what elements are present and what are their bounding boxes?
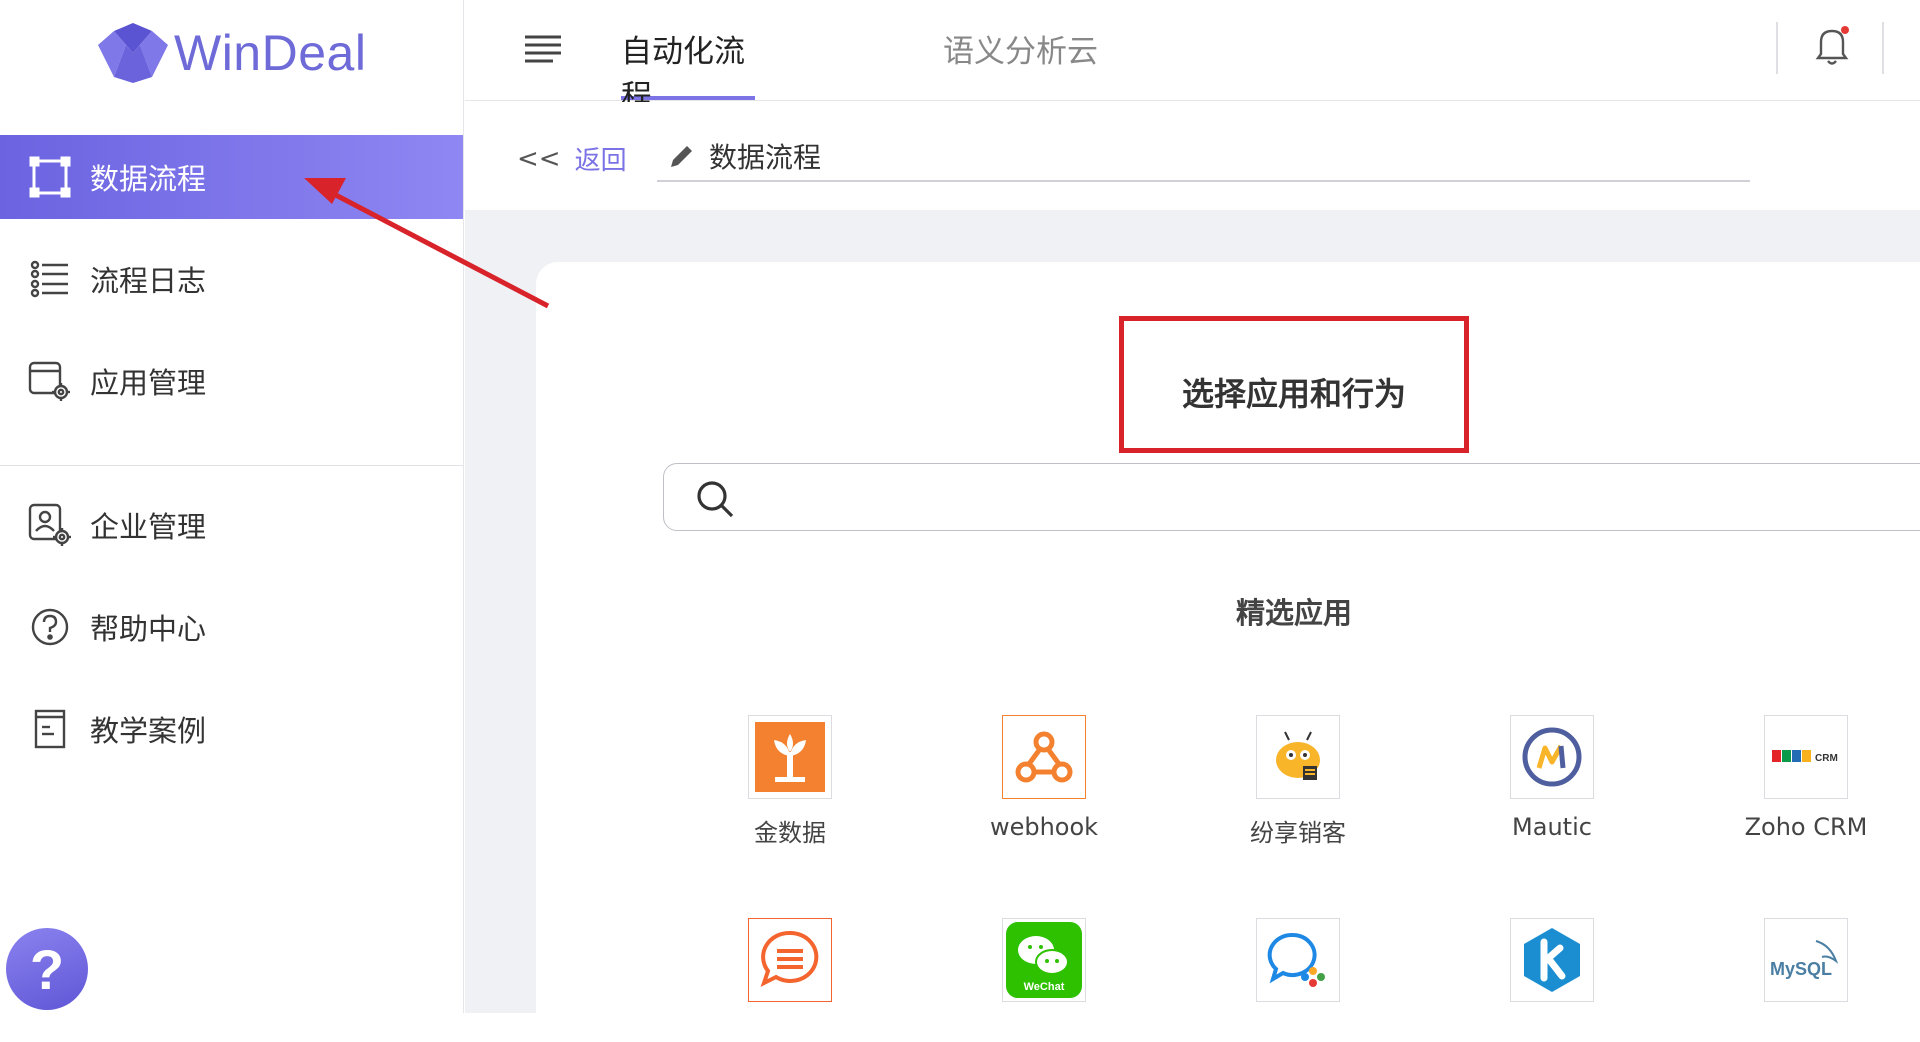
back-link[interactable]: << 返回	[517, 140, 627, 177]
mysql-badge-text: MySQL	[1770, 959, 1832, 979]
jinshuju-icon	[748, 715, 832, 799]
document-icon	[28, 707, 72, 751]
back-label: 返回	[574, 146, 627, 176]
app-search-box[interactable]	[663, 463, 1920, 531]
brand-name: WinDeal	[174, 25, 367, 81]
select-app-heading: 选择应用和行为	[1181, 374, 1406, 413]
app-settings-icon	[28, 359, 72, 403]
mysql-icon: MySQL	[1764, 918, 1848, 1002]
pencil-edit-icon	[671, 146, 692, 167]
featured-apps-title: 精选应用	[1236, 596, 1353, 630]
sidebar-item-label: 帮助中心	[90, 612, 207, 646]
app-kintone[interactable]	[1452, 918, 1652, 1002]
help-fab-button[interactable]: ?	[6, 928, 88, 1010]
sidebar-item-tutorials[interactable]: 教学案例	[0, 687, 463, 771]
top-bar: 自动化流程 语义分析云	[465, 0, 1920, 115]
sidebar-item-app-management[interactable]: 应用管理	[0, 339, 463, 423]
question-mark-icon: ?	[29, 937, 65, 1001]
app-wechat[interactable]: WeChat	[944, 918, 1144, 1002]
app-chat-bubble[interactable]	[690, 918, 890, 1002]
app-fxiaoke[interactable]: 纷享销客	[1198, 715, 1398, 848]
sidebar-divider	[0, 465, 463, 466]
app-message[interactable]	[1198, 918, 1398, 1002]
sidebar: WinDeal 数据流程 流程日志 应用管理 企业管理 帮助中心 教学案例 ?	[0, 0, 464, 1013]
sidebar-item-help-center[interactable]: 帮助中心	[0, 585, 463, 669]
app-zoho-crm[interactable]: CRM Zoho CRM	[1706, 715, 1906, 841]
divider	[1882, 22, 1884, 74]
flow-title: 数据流程	[709, 141, 822, 174]
sidebar-item-label: 应用管理	[90, 366, 207, 400]
app-label: Mautic	[1512, 813, 1592, 841]
sidebar-item-data-flow[interactable]: 数据流程	[0, 135, 463, 219]
zoho-badge-text: CRM	[1815, 753, 1838, 764]
sub-header: << 返回 数据流程	[465, 102, 1920, 210]
kintone-icon	[1510, 918, 1594, 1002]
flow-title-field[interactable]: 数据流程	[657, 132, 1750, 182]
search-icon	[697, 481, 734, 518]
sidebar-item-label: 数据流程	[90, 162, 207, 196]
list-log-icon	[28, 257, 72, 301]
divider	[1776, 22, 1778, 74]
app-webhook[interactable]: webhook	[944, 715, 1144, 841]
sidebar-item-label: 教学案例	[90, 714, 207, 748]
sidebar-item-enterprise-management[interactable]: 企业管理	[0, 483, 463, 567]
wechat-badge-text: WeChat	[1024, 981, 1065, 993]
app-jinshuju[interactable]: 金数据	[690, 715, 890, 848]
enterprise-settings-icon	[28, 503, 72, 547]
sidebar-item-flow-log[interactable]: 流程日志	[0, 237, 463, 321]
wechat-icon: WeChat	[1002, 918, 1086, 1002]
tab-label: 语义分析云	[943, 34, 1098, 70]
message-bubble-icon	[1256, 918, 1340, 1002]
tab-semantic-analysis[interactable]: 语义分析云	[943, 26, 1098, 100]
app-mautic[interactable]: Mautic	[1452, 715, 1652, 841]
app-label: 纷享销客	[1250, 819, 1346, 847]
heading-highlight-box: 选择应用和行为	[1119, 316, 1469, 453]
chat-bubble-icon	[748, 918, 832, 1002]
flow-frame-icon	[28, 155, 72, 199]
app-label: webhook	[989, 813, 1099, 841]
brand-logo[interactable]: WinDeal	[96, 18, 366, 88]
zoho-crm-icon: CRM	[1764, 715, 1848, 799]
webhook-icon	[1002, 715, 1086, 799]
app-mysql[interactable]: MySQL	[1706, 918, 1906, 1002]
search-input[interactable]	[760, 472, 1910, 522]
mautic-icon	[1510, 715, 1594, 799]
menu-toggle-icon[interactable]	[523, 32, 563, 66]
sidebar-item-label: 流程日志	[90, 264, 207, 298]
question-circle-icon	[28, 605, 72, 649]
windeal-logo-icon	[98, 23, 168, 83]
fxiaoke-icon	[1256, 715, 1340, 799]
sidebar-item-label: 企业管理	[90, 510, 207, 544]
app-label: 金数据	[754, 819, 826, 847]
tab-automation-flow[interactable]: 自动化流程	[621, 26, 755, 115]
app-label: Zoho CRM	[1744, 813, 1868, 841]
notification-bell-icon[interactable]	[1811, 22, 1853, 68]
double-chevron-left-icon: <<	[517, 143, 561, 174]
